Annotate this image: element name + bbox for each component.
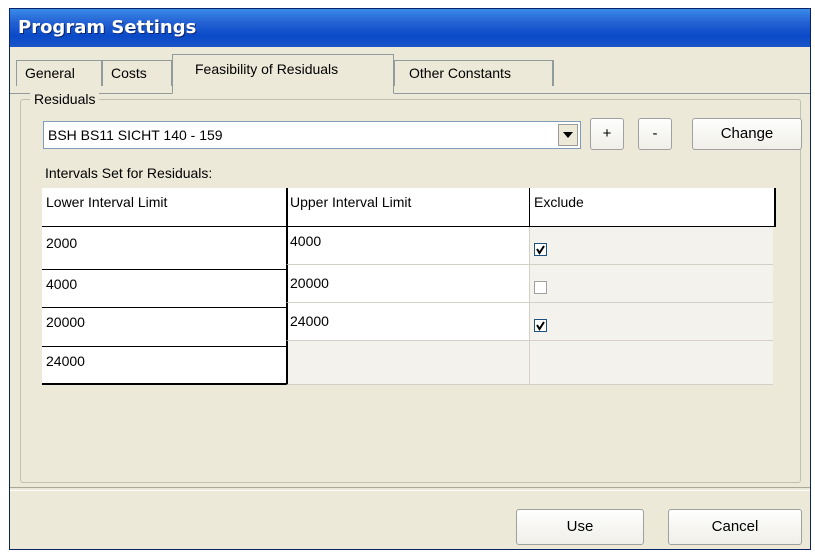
cell-value: 4000 bbox=[290, 233, 322, 249]
table-row-1-exclude bbox=[529, 227, 773, 265]
change-button[interactable]: Change bbox=[692, 118, 802, 150]
intervals-label: Intervals Set for Residuals: bbox=[45, 165, 213, 181]
table-row-4-lower[interactable]: 24000 bbox=[42, 347, 286, 385]
intervals-grid: Lower Interval Limit Upper Interval Limi… bbox=[42, 188, 776, 385]
cancel-button-label: Cancel bbox=[711, 518, 759, 535]
exclude-checkbox-1[interactable] bbox=[534, 243, 547, 256]
window-title: Program Settings bbox=[18, 17, 197, 38]
table-row-2-lower[interactable]: 4000 bbox=[42, 270, 286, 308]
residuals-combobox-value: BSH BS11 SICHT 140 - 159 bbox=[48, 127, 223, 143]
tab-costs[interactable]: Costs bbox=[102, 60, 172, 86]
remove-residual-button-label: - bbox=[652, 125, 658, 142]
cell-value: 24000 bbox=[46, 353, 85, 369]
column-header-upper-label: Upper Interval Limit bbox=[290, 194, 412, 210]
remove-residual-button[interactable]: - bbox=[638, 118, 672, 150]
table-row-3-exclude bbox=[529, 303, 773, 341]
checkmark-icon bbox=[536, 245, 545, 255]
table-row-4-exclude bbox=[529, 341, 773, 385]
checkmark-icon bbox=[536, 321, 545, 331]
tab-other-constants-label: Other Constants bbox=[409, 65, 511, 81]
combobox-dropdown-button[interactable] bbox=[558, 124, 578, 146]
column-header-upper[interactable]: Upper Interval Limit bbox=[286, 188, 529, 227]
tab-other-constants[interactable]: Other Constants bbox=[394, 60, 554, 86]
tab-feasibility-label: Feasibility of Residuals bbox=[195, 61, 339, 77]
column-header-exclude[interactable]: Exclude bbox=[529, 188, 776, 227]
table-row-2-exclude bbox=[529, 265, 773, 303]
tab-strip: General Costs Feasibility of Residuals O… bbox=[10, 49, 810, 94]
column-header-lower-label: Lower Interval Limit bbox=[46, 194, 168, 210]
cell-value: 20000 bbox=[290, 275, 329, 291]
cell-value: 4000 bbox=[46, 276, 78, 292]
table-row-3-lower[interactable]: 20000 bbox=[42, 308, 286, 347]
use-button[interactable]: Use bbox=[516, 509, 644, 545]
cancel-button[interactable]: Cancel bbox=[668, 509, 802, 545]
tab-general[interactable]: General bbox=[16, 60, 102, 86]
column-header-exclude-label: Exclude bbox=[534, 194, 584, 210]
table-row-2-upper[interactable]: 20000 bbox=[286, 265, 529, 303]
tab-costs-label: Costs bbox=[111, 65, 147, 81]
chevron-down-icon bbox=[563, 132, 573, 138]
tab-feasibility-of-residuals[interactable]: Feasibility of Residuals bbox=[172, 54, 394, 94]
use-button-label: Use bbox=[566, 518, 594, 535]
residuals-group-label: Residuals bbox=[30, 91, 100, 107]
table-row-4-upper[interactable] bbox=[286, 341, 529, 385]
cell-value: 20000 bbox=[46, 314, 85, 330]
cell-value: 2000 bbox=[46, 235, 78, 251]
residuals-combobox[interactable]: BSH BS11 SICHT 140 - 159 bbox=[43, 121, 581, 149]
program-settings-window: Program Settings General Costs Feasibili… bbox=[9, 8, 811, 550]
footer-separator bbox=[10, 487, 810, 491]
title-bar[interactable]: Program Settings bbox=[10, 9, 810, 47]
table-row-3-upper[interactable]: 24000 bbox=[286, 303, 529, 341]
exclude-checkbox-3[interactable] bbox=[534, 319, 547, 332]
cell-value: 24000 bbox=[290, 313, 329, 329]
change-button-label: Change bbox=[720, 125, 774, 142]
tab-underline-right bbox=[394, 93, 810, 94]
table-row-1-upper[interactable]: 4000 bbox=[286, 227, 529, 265]
add-residual-button[interactable]: + bbox=[590, 118, 624, 150]
tab-general-label: General bbox=[25, 65, 75, 81]
exclude-checkbox-2[interactable] bbox=[534, 281, 547, 294]
add-residual-button-label: + bbox=[602, 125, 612, 142]
column-header-lower[interactable]: Lower Interval Limit bbox=[42, 188, 286, 227]
table-row-1-lower[interactable]: 2000 bbox=[42, 227, 286, 270]
